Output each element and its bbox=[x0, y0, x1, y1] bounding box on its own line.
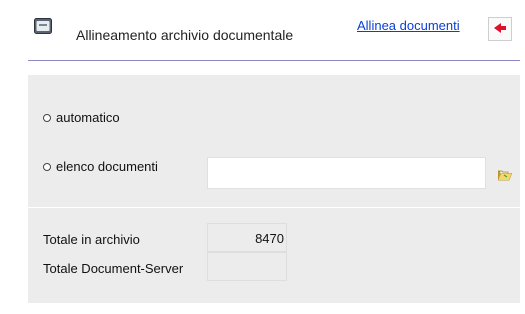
red-arrow-left-icon bbox=[494, 20, 506, 38]
archive-total-label: Totale in archivio bbox=[43, 232, 140, 247]
automatic-label: automatico bbox=[56, 110, 120, 125]
document-list-label: elenco documenti bbox=[56, 159, 158, 174]
document-list-option[interactable]: elenco documenti bbox=[43, 159, 158, 174]
folder-open-icon[interactable] bbox=[498, 168, 513, 181]
document-list-radio[interactable] bbox=[43, 162, 51, 171]
panel-divider bbox=[28, 207, 520, 208]
document-server-total-label: Totale Document-Server bbox=[43, 261, 184, 276]
header-bar: Allineamento archivio documentale Alline… bbox=[0, 0, 525, 60]
archive-icon bbox=[34, 18, 52, 34]
page-title: Allineamento archivio documentale bbox=[76, 27, 294, 43]
document-list-input[interactable] bbox=[207, 157, 486, 189]
automatic-radio[interactable] bbox=[43, 113, 51, 122]
document-server-total-value bbox=[207, 252, 287, 281]
align-documents-link[interactable]: Allinea documenti bbox=[357, 18, 460, 33]
archive-total-value: 8470 bbox=[207, 223, 287, 252]
back-button[interactable] bbox=[488, 17, 512, 41]
header-separator bbox=[28, 60, 520, 61]
automatic-option[interactable]: automatico bbox=[43, 110, 120, 125]
alignment-panel: automatico elenco documenti Totale in ar… bbox=[28, 75, 520, 303]
